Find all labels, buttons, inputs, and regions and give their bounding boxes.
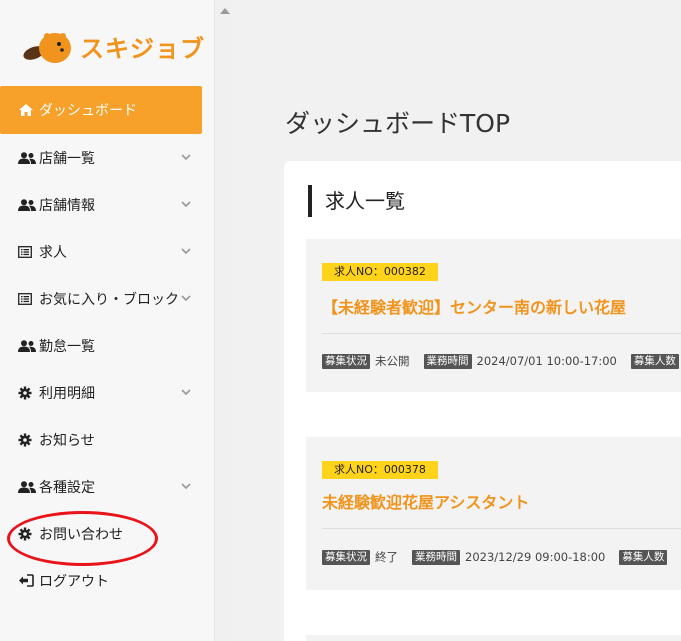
job-item[interactable]: 求人NO：000382 【未経験者歓迎】センター南の新しい花屋 募集状況 未公開… [306, 239, 681, 392]
sidebar-item-jobs[interactable]: 求人 [0, 228, 214, 275]
sidebar-item-label: ログアウト [39, 573, 109, 590]
status-value: 終了 [375, 550, 398, 564]
work-time-value: 2024/07/01 10:00-17:00 [476, 354, 617, 368]
sidebar-item-label: 店舗情報 [39, 197, 95, 214]
sidebar-item-store-info[interactable]: 店舗情報 [0, 181, 214, 228]
scroll-up-arrow-icon[interactable] [220, 8, 230, 14]
section-title: 求人一覧 [308, 185, 405, 217]
sidebar-item-label: お気に入り・ブロック [39, 291, 179, 308]
job-list-card: 求人一覧 求人NO：000382 【未経験者歓迎】センター南の新しい花屋 募集状… [284, 161, 681, 641]
sidebar: スキジョブ ダッシュボード 店舗一覧 店舗情報 求人 お気に入り・ブロック 勤怠… [0, 0, 214, 641]
job-meta: 募集状況 未公開 業務時間 2024/07/01 10:00-17:00 募集人… [322, 353, 681, 369]
status-tag: 募集状況 [322, 353, 370, 369]
headcount-tag: 募集人数 [630, 353, 679, 369]
sidebar-nav: ダッシュボード 店舗一覧 店舗情報 求人 お気に入り・ブロック 勤怠一覧 利用明… [0, 86, 214, 604]
brand-logo[interactable]: スキジョブ [22, 24, 205, 68]
job-number-badge: 求人NO：000378 [322, 461, 438, 479]
work-time-value: 2023/12/29 09:00-18:00 [465, 550, 606, 564]
list-icon [18, 291, 38, 307]
sidebar-item-label: 勤怠一覧 [39, 338, 95, 355]
sidebar-item-label: お問い合わせ [39, 526, 123, 543]
gear-icon [18, 432, 38, 448]
page-title: ダッシュボードTOP [285, 109, 511, 138]
divider [322, 528, 681, 529]
work-time-tag: 業務時間 [423, 353, 472, 369]
job-title-link[interactable]: 【未経験者歓迎】センター南の新しい花屋 [322, 294, 626, 318]
gear-icon [18, 385, 38, 401]
sidebar-item-attendance[interactable]: 勤怠一覧 [0, 322, 214, 369]
sidebar-item-label: 店舗一覧 [39, 150, 95, 167]
sidebar-item-dashboard[interactable]: ダッシュボード [0, 86, 202, 134]
sidebar-item-label: 各種設定 [39, 479, 95, 496]
job-item[interactable] [306, 635, 681, 641]
beaver-logo-icon [23, 33, 71, 63]
users-icon [18, 479, 38, 495]
sidebar-scrollbar[interactable] [214, 0, 234, 641]
sidebar-item-label: 利用明細 [39, 385, 95, 402]
users-icon [18, 197, 38, 213]
chevron-down-icon[interactable] [180, 151, 192, 163]
sidebar-item-label: ダッシュボード [39, 103, 137, 119]
chevron-down-icon[interactable] [180, 245, 192, 257]
sidebar-item-store-list[interactable]: 店舗一覧 [0, 134, 214, 181]
main-content: ダッシュボードTOP 求人一覧 求人NO：000382 【未経験者歓迎】センター… [235, 0, 681, 641]
sidebar-item-usage-details[interactable]: 利用明細 [0, 369, 214, 416]
sidebar-item-label: 求人 [39, 244, 67, 261]
sidebar-item-settings[interactable]: 各種設定 [0, 463, 214, 510]
logout-icon [18, 573, 38, 589]
sidebar-item-favorites-block[interactable]: お気に入り・ブロック [0, 275, 214, 322]
sidebar-item-contact[interactable]: お問い合わせ [0, 510, 214, 557]
chevron-down-icon[interactable] [180, 386, 192, 398]
status-tag: 募集状況 [322, 549, 370, 565]
sidebar-item-label: お知らせ [39, 432, 95, 449]
home-icon [18, 102, 38, 118]
job-title-link[interactable]: 未経験歓迎花屋アシスタント [322, 489, 529, 513]
users-icon [18, 338, 38, 354]
work-time-tag: 業務時間 [412, 549, 460, 565]
sidebar-item-notices[interactable]: お知らせ [0, 416, 214, 463]
divider [322, 333, 681, 334]
headcount-tag: 募集人数 [619, 549, 668, 565]
sidebar-item-logout[interactable]: ログアウト [0, 557, 214, 604]
chevron-down-icon[interactable] [180, 480, 192, 492]
job-meta: 募集状況 終了 業務時間 2023/12/29 09:00-18:00 募集人数 [322, 549, 672, 565]
chevron-down-icon[interactable] [180, 198, 192, 210]
list-icon [18, 244, 38, 260]
chevron-down-icon[interactable] [180, 292, 192, 304]
status-value: 未公開 [375, 354, 410, 368]
users-icon [18, 150, 38, 166]
brand-name: スキジョブ [80, 34, 205, 63]
gear-icon [18, 526, 38, 542]
job-number-badge: 求人NO：000382 [322, 263, 438, 281]
job-item[interactable]: 求人NO：000378 未経験歓迎花屋アシスタント 募集状況 終了 業務時間 2… [306, 437, 681, 590]
